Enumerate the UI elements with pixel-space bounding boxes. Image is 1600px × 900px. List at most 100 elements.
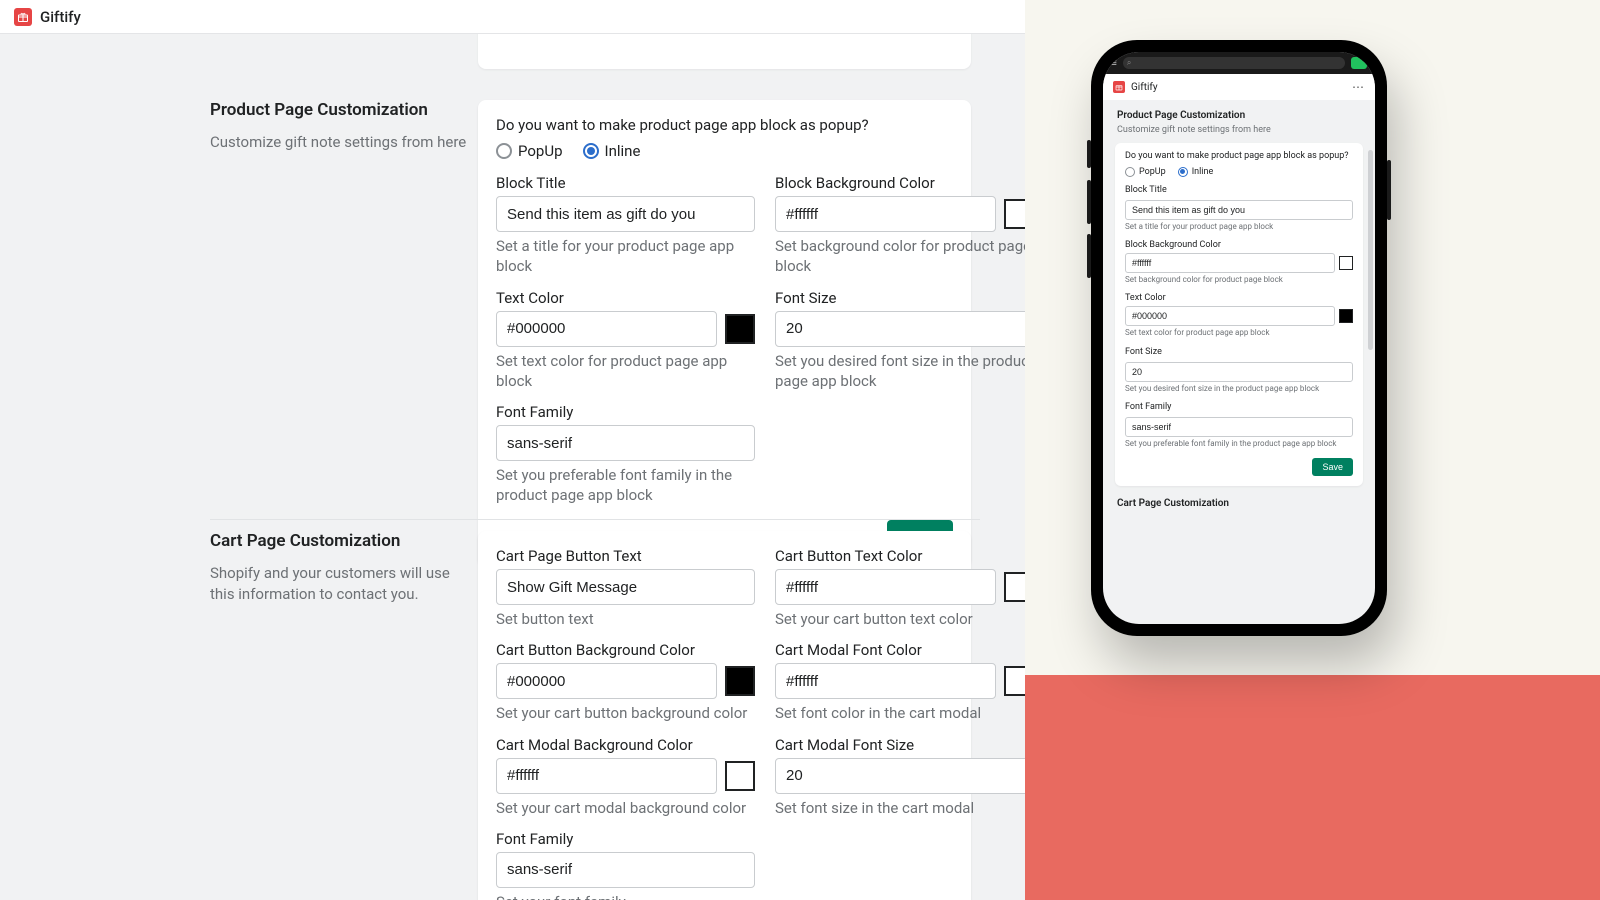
save-button[interactable]: Save	[1312, 458, 1353, 476]
field-help: Set you desired font size in the product…	[1125, 384, 1353, 394]
swatch-icon[interactable]	[1339, 309, 1353, 323]
app-name: Giftify	[1131, 82, 1158, 93]
radio-inline[interactable]: Inline	[1178, 167, 1214, 177]
app-panel: Giftify Product Page Customization Custo…	[0, 0, 1025, 900]
popup-radio-group: PopUp Inline	[496, 142, 953, 160]
cart-modal-fontcolor-input[interactable]	[775, 663, 996, 699]
cart-modal-fontcolor-field: Cart Modal Font Color Set font color in …	[775, 641, 1025, 723]
block-bg-input[interactable]	[775, 196, 996, 232]
cart-card: Cart Page Button Text Set button text Ca…	[478, 531, 971, 900]
cart-modal-size-input[interactable]	[775, 758, 1025, 794]
cart-btn-textcolor-input[interactable]	[775, 569, 996, 605]
cart-btn-bg-input[interactable]	[496, 663, 717, 699]
field-label: Block Title	[496, 174, 755, 192]
mobile-body: Product Page Customization Customize gif…	[1103, 100, 1375, 624]
app-logo-icon	[14, 8, 32, 26]
search-icon: ⌕	[1127, 58, 1131, 68]
field-help: Set a title for your product page app bl…	[1125, 222, 1353, 232]
field-label: Block Title	[1125, 185, 1353, 195]
radio-icon	[496, 143, 512, 159]
field-label: Cart Page Button Text	[496, 547, 755, 565]
field-help: Set text color for product page app bloc…	[496, 351, 755, 392]
field-help: Set you desired font size in the product…	[775, 351, 1025, 392]
field-help: Set font size in the cart modal	[775, 798, 1025, 818]
block-bg-field: Block Background Color Set background co…	[775, 174, 1025, 277]
swatch-icon[interactable]	[1339, 256, 1353, 270]
address-bar: ⌕	[1123, 57, 1345, 69]
color-swatch-button[interactable]	[1000, 663, 1025, 699]
text-color-input[interactable]	[1125, 306, 1335, 326]
field-help: Set background color for product page bl…	[1125, 275, 1353, 285]
radio-inline-label: Inline	[1192, 167, 1214, 177]
red-accent-block	[1025, 675, 1600, 900]
block-bg-input[interactable]	[1125, 253, 1335, 273]
field-help: Set you preferable font family in the pr…	[1125, 439, 1353, 449]
field-label: Cart Button Background Color	[496, 641, 755, 659]
swatch-icon	[1004, 572, 1025, 602]
field-label: Text Color	[496, 289, 755, 307]
radio-inline-label: Inline	[605, 142, 641, 160]
field-help: Set a title for your product page app bl…	[496, 236, 755, 277]
cart-font-family-input[interactable]	[496, 852, 755, 888]
color-swatch-button[interactable]	[1000, 196, 1025, 232]
color-swatch-button[interactable]	[1000, 569, 1025, 605]
radio-icon	[1125, 167, 1135, 177]
radio-icon	[1178, 167, 1188, 177]
font-size-input[interactable]	[1125, 362, 1353, 382]
section-subtitle: Customize gift note settings from here	[1117, 125, 1363, 135]
cart-btn-text-field: Cart Page Button Text Set button text	[496, 547, 755, 629]
color-swatch-button[interactable]	[721, 311, 755, 347]
section-title: Cart Page Customization	[1117, 498, 1363, 509]
radio-popup-label: PopUp	[1139, 167, 1166, 177]
field-label: Cart Modal Background Color	[496, 736, 755, 754]
mobile-app-header: Giftify ⋯	[1103, 74, 1375, 100]
phone-side-button-icon	[1087, 180, 1091, 224]
field-help: Set background color for product page bl…	[775, 236, 1025, 277]
phone-frame: ≡ ⌕ Giftify ⋯ Product Page Customization	[1091, 40, 1387, 636]
cart-btn-text-input[interactable]	[496, 569, 755, 605]
cart-modal-size-field: Cart Modal Font Size Set font size in th…	[775, 736, 1025, 818]
font-family-input[interactable]	[1125, 417, 1353, 437]
app-logo-icon	[1113, 81, 1125, 93]
mobile-product-card: Do you want to make product page app blo…	[1115, 143, 1363, 486]
cart-modal-bg-input[interactable]	[496, 758, 717, 794]
field-help: Set your cart button text color	[775, 609, 1025, 629]
scrollbar[interactable]	[1368, 150, 1373, 350]
phone-side-button-icon	[1087, 140, 1091, 168]
block-title-input[interactable]	[496, 196, 755, 232]
section-subtitle: Shopify and your customers will use this…	[210, 563, 468, 605]
content-area: Product Page Customization Customize gif…	[0, 34, 1025, 900]
field-label: Font Family	[1125, 402, 1353, 412]
block-title-input[interactable]	[1125, 200, 1353, 220]
radio-popup-label: PopUp	[518, 142, 563, 160]
font-size-input[interactable]	[775, 311, 1025, 347]
color-swatch-button[interactable]	[721, 758, 755, 794]
hamburger-icon: ≡	[1111, 58, 1117, 69]
radio-popup[interactable]: PopUp	[496, 142, 563, 160]
field-label: Font Family	[496, 830, 755, 848]
field-help: Set text color for product page app bloc…	[1125, 328, 1353, 338]
swatch-icon	[725, 314, 755, 344]
product-card: Do you want to make product page app blo…	[478, 100, 971, 567]
section-divider	[210, 519, 980, 520]
field-help: Set your cart button background color	[496, 703, 755, 723]
section-title: Product Page Customization	[210, 100, 468, 120]
browser-chrome: ≡ ⌕	[1103, 52, 1375, 74]
radio-popup[interactable]: PopUp	[1125, 167, 1166, 177]
phone-side-button-icon	[1087, 234, 1091, 278]
previous-card-edge	[478, 34, 971, 69]
font-family-input[interactable]	[496, 425, 755, 461]
field-label: Block Background Color	[775, 174, 1025, 192]
field-label: Block Background Color	[1125, 240, 1353, 250]
field-label: Font Size	[1125, 347, 1353, 357]
section-title: Product Page Customization	[1117, 110, 1363, 121]
phone-side-button-icon	[1387, 160, 1391, 220]
popup-prompt: Do you want to make product page app blo…	[496, 116, 953, 134]
text-color-field: Text Color Set text color for product pa…	[496, 289, 755, 392]
font-size-field: Font Size Set you desired font size in t…	[775, 289, 1025, 392]
radio-inline[interactable]: Inline	[583, 142, 641, 160]
text-color-input[interactable]	[496, 311, 717, 347]
color-swatch-button[interactable]	[721, 663, 755, 699]
radio-icon	[583, 143, 599, 159]
font-family-field: Font Family Set you preferable font fami…	[496, 403, 755, 506]
